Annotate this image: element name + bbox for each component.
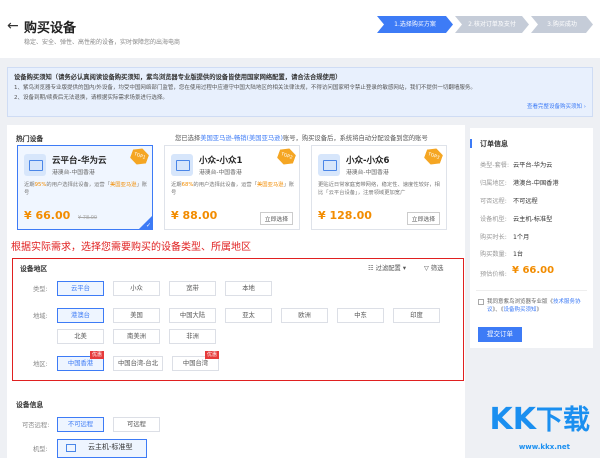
type-option-broadband[interactable]: 宽带 xyxy=(169,281,216,296)
place-label: 地区: xyxy=(33,361,48,368)
type-option-cloud[interactable]: 云平台 xyxy=(57,281,104,296)
device-monitor-icon xyxy=(24,154,46,176)
area-option-north-america[interactable]: 北美 xyxy=(57,329,104,344)
card-original-price: ¥ 78.00 xyxy=(78,215,98,221)
card-desc: 近期68%的用户选择此设备，运营「美国亚马逊」账号 xyxy=(171,182,295,196)
area-option-hk-mo-tw[interactable]: 港澳台 xyxy=(57,308,104,323)
hot-devices-title: 热门设备 xyxy=(16,135,44,143)
price-label: 预估价格: xyxy=(480,271,507,278)
card-region: 港澳台-中国香港 xyxy=(199,170,242,176)
order-key: 可否远程: xyxy=(480,198,507,205)
red-annotation: 根据实际需求，选择您需要购买的设备类型、所属地区 xyxy=(11,242,251,253)
order-key: 类型-套餐: xyxy=(480,162,510,169)
notice-line-2: 2、设备到期/续费后无法退换，请根据实际需求场景进行选择。 xyxy=(14,95,168,101)
step-success: 3.购买成功 xyxy=(531,16,593,33)
remote-label: 可否远程: xyxy=(22,422,50,429)
order-key: 归属地区: xyxy=(480,180,507,187)
order-value: 港澳台-中国香港 xyxy=(513,180,559,187)
order-value: 云主机-标准型 xyxy=(513,216,553,223)
area-option-africa[interactable]: 非洲 xyxy=(169,329,216,344)
model-label: 机型: xyxy=(33,446,48,453)
step-confirm-order: 2.核对订单及支付 xyxy=(455,16,529,33)
order-value: 1个月 xyxy=(513,234,530,241)
card-desc: 更贴近日常家庭宽带网络，稳定性、速度性较好，相比「云平台设备」，注册领域更加宽广 xyxy=(318,182,440,196)
account-link[interactable]: 美国亚马逊-畅销(美国亚马逊) xyxy=(200,135,283,142)
selected-check-icon xyxy=(139,216,152,229)
card-name: 云平台-华为云 xyxy=(52,156,107,166)
back-arrow-icon[interactable]: ← xyxy=(7,18,19,34)
divider xyxy=(476,290,587,291)
order-value: 云平台-华为云 xyxy=(513,162,553,169)
order-title: 订单信息 xyxy=(480,140,508,148)
order-summary-panel: 订单信息 类型-套餐: 云平台-华为云 归属地区: 港澳台-中国香港 可否远程:… xyxy=(470,128,593,348)
area-label: 地域: xyxy=(33,313,48,320)
hot-devices-note: 您已选择美国亚马逊-畅销(美国亚马逊)账号，购买设备后，系统将自动分配设备到您的… xyxy=(175,135,428,142)
area-option-middle-east[interactable]: 中东 xyxy=(337,308,384,323)
page-title: 购买设备 xyxy=(24,21,77,36)
type-label: 类型: xyxy=(33,286,48,293)
full-notice-link[interactable]: 查看完整设备购买须知 › xyxy=(527,102,586,110)
card-name: 小众-小众6 xyxy=(346,156,390,166)
agree-checkbox[interactable] xyxy=(478,299,484,305)
server-icon xyxy=(66,444,76,452)
agreement-text: 我同意紫鸟浏览器专业版《技术服务协议》、《设备购买须知》 xyxy=(487,299,581,313)
top-rank-badge: TOP2 xyxy=(276,146,298,168)
purchase-notice: 设备购买须知（请务必认真阅读设备购买须知，紫鸟浏览器专业版提供的设备皆使用国家网… xyxy=(7,67,593,117)
order-value: 1台 xyxy=(513,251,524,258)
watermark-url: www.kkx.net xyxy=(518,443,570,451)
device-monitor-icon xyxy=(171,154,193,176)
card-price: ¥ 128.00 xyxy=(318,209,372,222)
purchase-notice-link[interactable]: 设备购买须知 xyxy=(504,307,537,313)
site-watermark-logo: KK下载 xyxy=(489,402,591,437)
device-card-huawei[interactable]: TOP1 云平台-华为云 港澳台-中国香港 近期95%的用户选择此设备，运营「美… xyxy=(17,145,153,230)
select-now-button[interactable]: 立即选择 xyxy=(406,212,440,225)
list-icon: ☷ xyxy=(368,265,376,272)
order-key: 购买时长: xyxy=(480,234,507,241)
card-desc: 近期95%的用户选择此设备，运营「美国亚马逊」账号 xyxy=(24,182,148,196)
card-price: ¥ 88.00 xyxy=(171,209,218,222)
section-accent-bar xyxy=(470,139,472,148)
area-option-india[interactable]: 印度 xyxy=(393,308,440,323)
remote-option-no[interactable]: 不可远程 xyxy=(57,417,104,432)
discount-badge: 优惠 xyxy=(205,351,220,359)
discount-badge: 优惠 xyxy=(90,351,105,359)
funnel-icon: ▽ xyxy=(424,265,431,272)
filter-config-control[interactable]: ☷ 过滤配置 ▾ xyxy=(368,263,406,272)
card-price: ¥ 66.00 xyxy=(24,209,71,222)
area-option-apac[interactable]: 亚太 xyxy=(225,308,272,323)
top-rank-badge: TOP3 xyxy=(423,146,445,168)
card-region: 港澳台-中国香港 xyxy=(346,170,389,176)
device-info-title: 设备信息 xyxy=(16,401,44,409)
device-monitor-icon xyxy=(318,154,340,176)
submit-order-button[interactable]: 提交订单 xyxy=(478,327,522,342)
device-card-xiaozhong1[interactable]: TOP2 小众-小众1 港澳台-中国香港 近期68%的用户选择此设备，运营「美国… xyxy=(164,145,300,230)
page-subtitle: 稳定、安全、弹性、高性能的设备，实时保障您的出海电商 xyxy=(24,39,181,46)
area-option-south-america[interactable]: 南美洲 xyxy=(113,329,160,344)
notice-line-1: 1、紫鸟浏览器专业版提供的国内/外设备，均受中国网络部门监管，您在使用过程中应遵… xyxy=(14,85,476,91)
type-option-local[interactable]: 本地 xyxy=(225,281,272,296)
remote-option-yes[interactable]: 可远程 xyxy=(113,417,160,432)
card-name: 小众-小众1 xyxy=(199,156,243,166)
estimated-price: ¥ 66.00 xyxy=(512,265,555,276)
region-title: 设备地区 xyxy=(20,265,48,273)
order-key: 购买数量: xyxy=(480,251,507,258)
card-region: 港澳台-中国香港 xyxy=(52,170,95,176)
place-option-taipei[interactable]: 中国台湾-台北 xyxy=(113,356,163,371)
area-option-usa[interactable]: 美国 xyxy=(113,308,160,323)
model-option-label: 云主机-标准型 xyxy=(88,443,133,451)
area-option-europe[interactable]: 欧洲 xyxy=(281,308,328,323)
notice-title: 设备购买须知（请务必认真阅读设备购买须知，紫鸟浏览器专业版提供的设备皆使用国家网… xyxy=(14,74,342,81)
device-card-xiaozhong6[interactable]: TOP3 小众-小众6 港澳台-中国香港 更贴近日常家庭宽带网络，稳定性、速度性… xyxy=(311,145,447,230)
order-value: 不可远程 xyxy=(513,198,538,205)
filter-control[interactable]: ▽ 筛选 xyxy=(424,263,443,272)
select-now-button[interactable]: 立即选择 xyxy=(259,212,293,225)
step-select-plan: 1.选择购买方案 xyxy=(377,16,453,33)
top-rank-badge: TOP1 xyxy=(129,146,151,168)
area-option-mainland[interactable]: 中国大陆 xyxy=(169,308,216,323)
type-option-niche[interactable]: 小众 xyxy=(113,281,160,296)
order-key: 设备机型: xyxy=(480,216,507,223)
page-header: ← 购买设备 稳定、安全、弹性、高性能的设备，实时保障您的出海电商 1.选择购买… xyxy=(0,0,600,58)
